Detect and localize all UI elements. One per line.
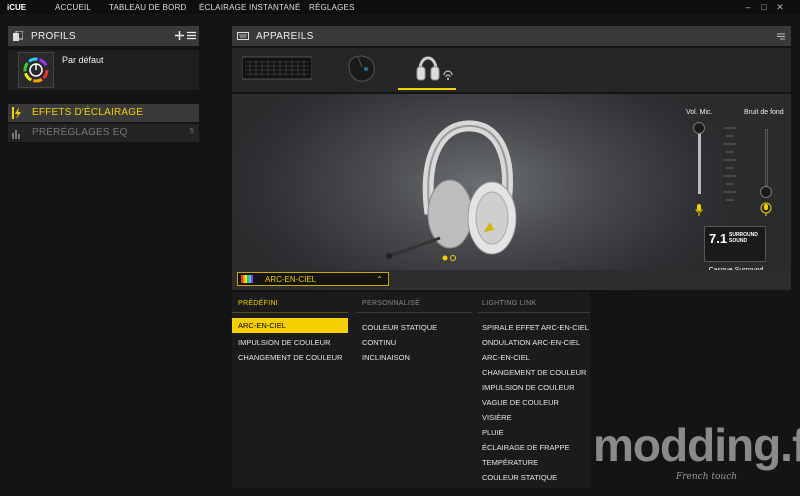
profile-menu-icon[interactable] — [187, 31, 196, 40]
profiles-title: PROFILS — [31, 31, 76, 42]
maximize-icon[interactable]: □ — [759, 2, 769, 12]
surround-toggle[interactable]: 7.1 SURROUND SOUND Casque Surround — [704, 226, 766, 274]
mouse-icon — [348, 55, 375, 82]
effect-option[interactable]: TEMPÉRATURE — [482, 458, 538, 467]
nav-eclairage-instantane[interactable]: ÉCLAIRAGE INSTANTANÉ — [199, 3, 301, 12]
column-header-personnalise: PERSONNALISÉ — [362, 300, 421, 307]
app-name: iCUE — [7, 3, 27, 12]
divider — [356, 312, 472, 313]
effect-option[interactable]: IMPULSION DE COULEUR — [482, 383, 575, 392]
sidebar-item-effets-eclairage[interactable]: EFFETS D'ÉCLAIRAGE — [8, 104, 199, 122]
effect-dropdown-value: ARC-EN-CIEL — [265, 275, 317, 284]
keyboard-small-icon — [237, 32, 249, 40]
watermark-subtitle: French touch — [676, 472, 738, 482]
effect-option[interactable]: IMPULSION DE COULEUR — [238, 338, 331, 347]
device-headset[interactable] — [398, 48, 456, 90]
effect-option[interactable]: SPIRALE EFFET ARC-EN-CIEL — [482, 323, 589, 332]
effect-option[interactable]: ÉCLAIRAGE DE FRAPPE — [482, 443, 570, 452]
effect-option[interactable]: INCLINAISON — [362, 353, 410, 362]
effect-bar: ARC-EN-CIEL ⌃ — [232, 270, 791, 288]
slider-scale — [724, 127, 736, 201]
effect-option[interactable]: COULEUR STATIQUE — [482, 473, 557, 482]
keyboard-icon — [241, 56, 313, 80]
microphone-icon[interactable] — [695, 204, 703, 216]
profile-logo — [18, 52, 54, 88]
device-list — [232, 48, 791, 92]
headset-icon — [416, 56, 453, 81]
effect-option[interactable]: CHANGEMENT DE COULEUR — [238, 353, 342, 362]
noise-mic-icon[interactable] — [760, 202, 772, 216]
effect-option[interactable]: VISIÈRE — [482, 413, 512, 422]
title-bar: iCUE ACCUEIL TABLEAU DE BORD ÉCLAIRAGE I… — [0, 0, 800, 14]
lightning-icon — [12, 107, 21, 119]
sidebar-item-preglages-eq[interactable]: PRÉRÉGLAGES EQ 5 — [8, 124, 199, 142]
devices-header: APPAREILS — [232, 26, 791, 46]
profiles-icon — [13, 31, 23, 41]
profile-item[interactable]: Par défaut — [8, 50, 199, 90]
noise-handle[interactable] — [760, 186, 772, 198]
divider — [478, 312, 590, 313]
effect-option[interactable]: ONDULATION ARC-EN-CIEL — [482, 338, 580, 347]
mic-volume-handle[interactable] — [693, 122, 705, 134]
noise-track[interactable] — [765, 129, 768, 194]
surround-number: 7.1 — [709, 231, 728, 246]
sidebar-item-label: PRÉRÉGLAGES EQ — [32, 127, 128, 138]
divider — [232, 312, 348, 313]
profile-rainbow-icon — [23, 57, 49, 83]
noise-label: Bruit de fond — [744, 109, 784, 116]
mic-volume-label: Vol. Mic. — [686, 109, 713, 116]
profile-name: Par défaut — [62, 55, 104, 65]
effect-dropdown[interactable]: ARC-EN-CIEL ⌃ — [237, 272, 389, 286]
effect-option[interactable]: ARC-EN-CIEL — [482, 353, 530, 362]
left-panel: PROFILS Par défaut EFFETS D'ÉCLAIRAGE PR… — [8, 26, 199, 142]
add-profile-icon[interactable] — [175, 31, 184, 40]
effect-option[interactable]: ARC-EN-CIEL — [232, 318, 348, 333]
surround-text: SURROUND SOUND — [729, 232, 758, 244]
equalizer-icon — [12, 130, 20, 139]
nav-reglages[interactable]: RÉGLAGES — [309, 3, 355, 12]
rainbow-swatch-icon — [241, 275, 253, 283]
effect-option[interactable]: CONTINU — [362, 338, 396, 347]
effect-option[interactable]: VAGUE DE COULEUR — [482, 398, 559, 407]
effect-option[interactable]: CHANGEMENT DE COULEUR — [482, 368, 586, 377]
surround-text-line2: SOUND — [729, 238, 748, 244]
chevron-up-icon: ⌃ — [376, 275, 383, 284]
nav-tableau-de-bord[interactable]: TABLEAU DE BORD — [109, 3, 187, 12]
mic-volume-track[interactable] — [698, 124, 701, 194]
eq-count-badge: 5 — [189, 128, 194, 135]
nav-accueil[interactable]: ACCUEIL — [55, 3, 91, 12]
column-header-predefini: PRÉDÉFINI — [238, 300, 279, 307]
headset-image — [386, 120, 517, 261]
devices-panel: APPAREILS Vol. Mic. Bruit de fond 7.1 SU… — [232, 26, 791, 290]
devices-title: APPAREILS — [256, 31, 314, 42]
watermark: modding.fr — [593, 419, 800, 471]
sidebar-item-label: EFFETS D'ÉCLAIRAGE — [32, 107, 144, 118]
device-keyboard[interactable] — [241, 55, 313, 86]
devices-menu-icon[interactable] — [777, 32, 785, 40]
profiles-header: PROFILS — [8, 26, 199, 46]
effect-option[interactable]: PLUIE — [482, 428, 504, 437]
minimize-icon[interactable]: – — [743, 2, 753, 12]
device-mouse[interactable] — [344, 51, 378, 90]
device-preview: Vol. Mic. Bruit de fond 7.1 SURROUND SOU… — [232, 94, 791, 290]
close-icon[interactable]: ✕ — [775, 2, 785, 12]
effect-option[interactable]: COULEUR STATIQUE — [362, 323, 437, 332]
column-header-lighting-link: LIGHTING LINK — [482, 300, 537, 307]
effect-dropdown-menu: PRÉDÉFINI PERSONNALISÉ LIGHTING LINK ARC… — [232, 292, 590, 488]
